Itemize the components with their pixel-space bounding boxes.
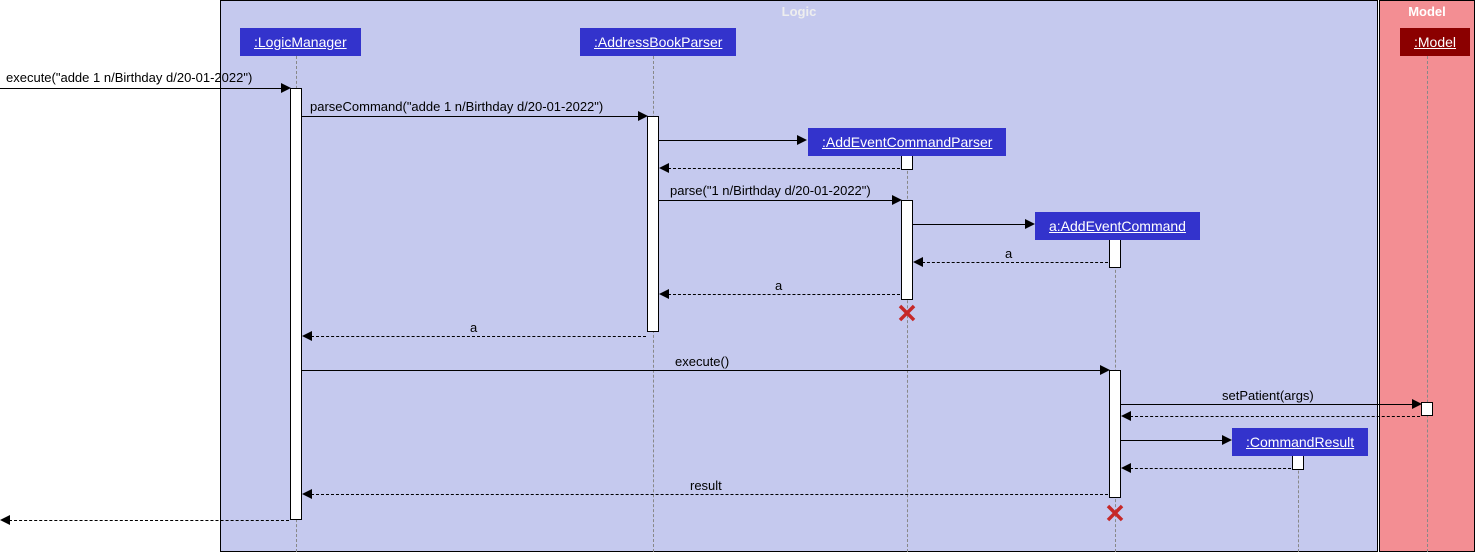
m9-label: execute() <box>675 354 729 369</box>
m10-arrow <box>1412 399 1422 409</box>
m7-arrow <box>659 289 669 299</box>
mret-line <box>9 520 289 521</box>
aecp-activation-1 <box>901 154 913 170</box>
add-event-command-parser-head: :AddEventCommandParser <box>808 128 1006 156</box>
m11r-line <box>1130 468 1291 469</box>
logic-region-label: Logic <box>782 4 817 19</box>
add-event-command-head: a:AddEventCommand <box>1035 212 1200 240</box>
m10-line <box>1121 404 1414 405</box>
m10r-line <box>1130 416 1420 417</box>
m9-line <box>302 370 1102 371</box>
m6-arrow <box>913 257 923 267</box>
m9-arrow <box>1100 365 1110 375</box>
m5-line <box>913 224 1027 225</box>
m4-line <box>659 200 894 201</box>
address-book-parser-head: :AddressBookParser <box>580 28 736 56</box>
model-lifeline <box>1427 56 1428 552</box>
m12-line <box>311 494 1108 495</box>
m6-line <box>922 262 1108 263</box>
aecp-activation-2 <box>901 200 913 300</box>
m1-line <box>0 88 283 89</box>
m4-label: parse("1 n/Birthday d/20-01-2022") <box>670 183 871 198</box>
m8-line <box>311 336 646 337</box>
model-region-label: Model <box>1408 4 1446 19</box>
m3-arrow <box>797 135 807 145</box>
cmdres-activation <box>1292 454 1304 470</box>
m11-arrow <box>1222 435 1232 445</box>
m10r-arrow <box>1121 411 1131 421</box>
m7-line <box>668 294 900 295</box>
m1-label: execute("adde 1 n/Birthday d/20-01-2022"… <box>6 70 252 85</box>
m8-arrow <box>302 331 312 341</box>
m7-label: a <box>775 278 782 293</box>
aecp-destroy-icon: ✕ <box>896 299 918 330</box>
m6-label: a <box>1005 246 1012 261</box>
cmdres-lifeline <box>1298 456 1299 552</box>
command-result-head: :CommandResult <box>1232 428 1368 456</box>
aec-activation-2 <box>1109 370 1121 498</box>
m2-label: parseCommand("adde 1 n/Birthday d/20-01-… <box>310 99 603 114</box>
m11-line <box>1121 440 1224 441</box>
m11r-arrow <box>1121 463 1131 473</box>
logic-manager-head: :LogicManager <box>240 28 361 56</box>
m1-arrow <box>281 83 291 93</box>
abp-activation <box>647 116 659 332</box>
m2-line <box>302 116 640 117</box>
aec-activation-1 <box>1109 238 1121 268</box>
m12-arrow <box>302 489 312 499</box>
m3r-arrow <box>659 163 669 173</box>
m8-label: a <box>470 320 477 335</box>
logic-region: Logic <box>220 0 1378 552</box>
m5-arrow <box>1025 219 1035 229</box>
m3-line <box>659 140 799 141</box>
m2-arrow <box>638 111 648 121</box>
logic-manager-activation <box>290 88 302 520</box>
m3r-line <box>668 168 900 169</box>
m4-arrow <box>892 195 902 205</box>
m10-label: setPatient(args) <box>1222 388 1314 403</box>
m12-label: result <box>690 478 722 493</box>
model-activation <box>1421 402 1433 416</box>
mret-arrow <box>0 515 10 525</box>
model-head: :Model <box>1400 28 1470 56</box>
aec-destroy-icon: ✕ <box>1104 499 1126 530</box>
